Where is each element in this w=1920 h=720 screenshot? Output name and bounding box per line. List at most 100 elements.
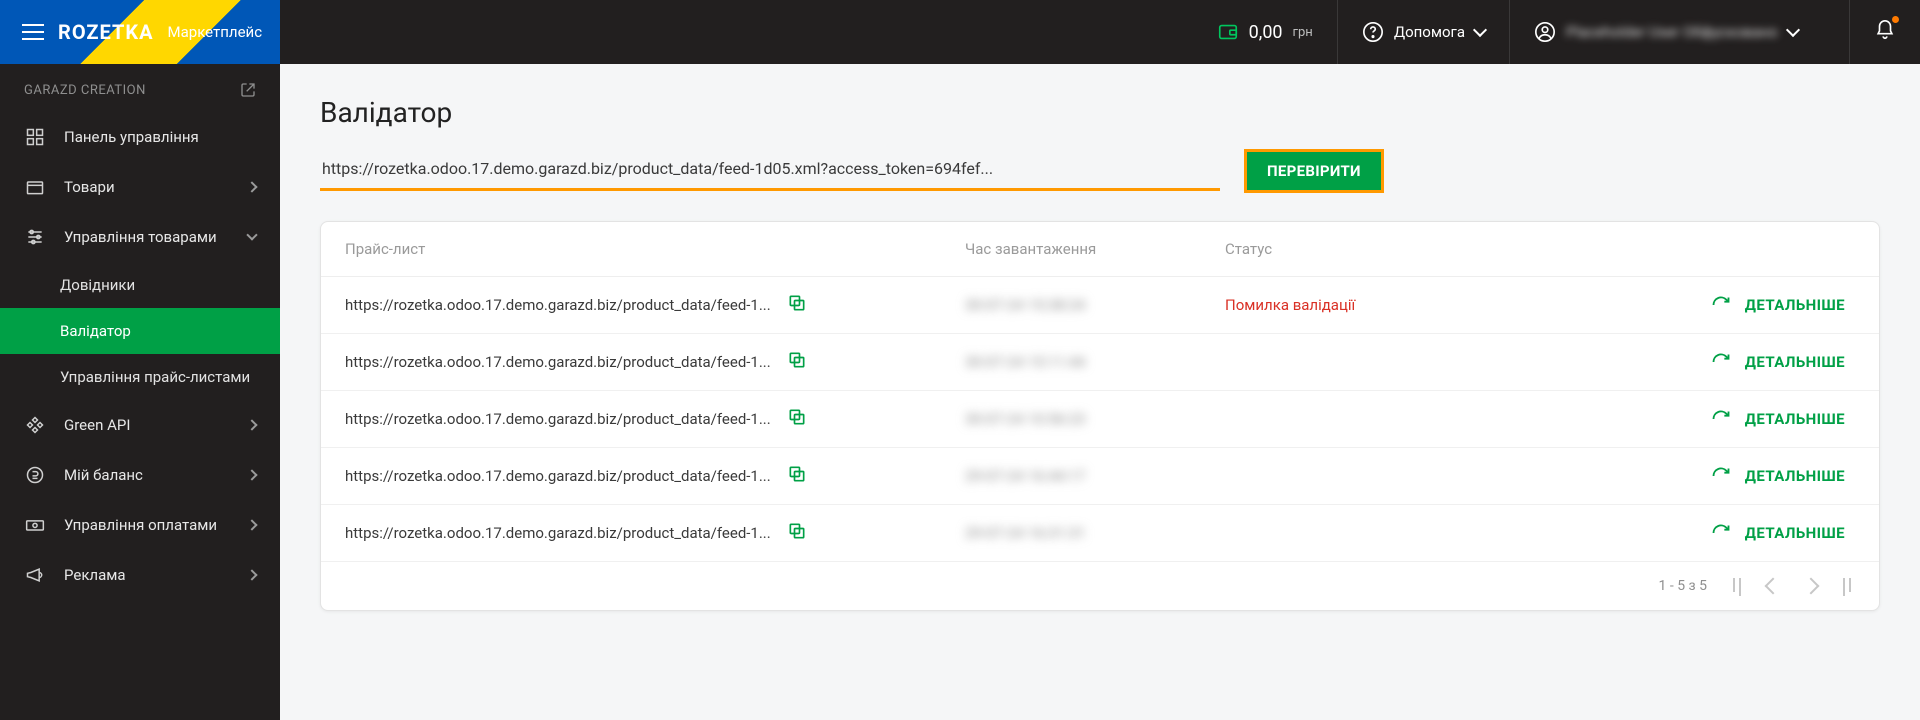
user-icon [1534, 21, 1556, 43]
help-label: Допомога [1394, 23, 1465, 41]
refresh-icon [1711, 409, 1731, 429]
sidebar-org[interactable]: GARAZD CREATION [0, 64, 280, 112]
col-feed: Прайс-лист [345, 240, 965, 258]
sidebar-item-payments[interactable]: Управління оплатами [0, 500, 280, 550]
feed-url: https://rozetka.odoo.17.demo.garazd.biz/… [345, 296, 771, 314]
sidebar-item-label: Мій баланс [64, 466, 143, 484]
sidebar-subitem-directories[interactable]: Довідники [0, 262, 280, 308]
sidebar: GARAZD CREATION Панель управління Товари… [0, 64, 280, 720]
api-icon [24, 414, 46, 436]
page-first-button[interactable] [1739, 578, 1741, 596]
details-button[interactable]: ДЕТАЛЬНІШЕ [1711, 523, 1845, 543]
user-menu[interactable]: Placeholder User Обфусковано [1509, 0, 1849, 64]
user-name: Placeholder User Обфусковано [1566, 23, 1778, 41]
sidebar-item-label: Green API [64, 416, 130, 434]
load-time: 30-07-24 10:56:23 [965, 410, 1225, 428]
sidebar-item-products[interactable]: Товари [0, 162, 280, 212]
details-button[interactable]: ДЕТАЛЬНІШЕ [1711, 466, 1845, 486]
table-row: https://rozetka.odoo.17.demo.garazd.biz/… [321, 505, 1879, 562]
page-title: Валідатор [320, 96, 1880, 129]
notifications-button[interactable] [1849, 0, 1920, 64]
page-last-button[interactable] [1843, 578, 1845, 596]
sidebar-item-green-api[interactable]: Green API [0, 400, 280, 450]
topbar: ROZETKA Маркетплейс 0,00 грн Допомога Pl… [0, 0, 1920, 64]
copy-icon[interactable] [787, 407, 807, 431]
copy-icon[interactable] [787, 293, 807, 317]
dashboard-icon [24, 126, 46, 148]
pagination: 1 - 5 з 5 [321, 562, 1879, 610]
sidebar-subitem-validator[interactable]: Валідатор [0, 308, 280, 354]
sidebar-item-label: Довідники [60, 276, 135, 294]
brand-subtitle: Маркетплейс [168, 23, 263, 41]
refresh-icon [1711, 352, 1731, 372]
copy-icon[interactable] [787, 464, 807, 488]
details-label: ДЕТАЛЬНІШЕ [1745, 353, 1845, 371]
sidebar-item-label: Валідатор [60, 322, 131, 340]
sidebar-item-label: Управління товарами [64, 228, 217, 246]
copy-icon[interactable] [787, 521, 807, 545]
details-label: ДЕТАЛЬНІШЕ [1745, 410, 1845, 428]
load-time: 29-07-24 16:31:31 [965, 524, 1225, 542]
details-button[interactable]: ДЕТАЛЬНІШЕ [1711, 409, 1845, 429]
page-next-button[interactable] [1803, 578, 1820, 595]
help-menu[interactable]: Допомога [1337, 0, 1509, 64]
page-prev-button[interactable] [1765, 578, 1782, 595]
sidebar-org-name: GARAZD CREATION [24, 83, 146, 98]
chevron-right-icon [246, 181, 257, 192]
sidebar-item-label: Управління прайс-листами [60, 368, 250, 386]
feed-url: https://rozetka.odoo.17.demo.garazd.biz/… [345, 524, 771, 542]
sidebar-item-dashboard[interactable]: Панель управління [0, 112, 280, 162]
table-row: https://rozetka.odoo.17.demo.garazd.biz/… [321, 334, 1879, 391]
balance-currency: грн [1293, 25, 1313, 40]
sidebar-item-label: Управління оплатами [64, 516, 217, 534]
sidebar-item-label: Реклама [64, 566, 126, 584]
chevron-down-icon [246, 229, 257, 240]
load-time: 30-07-24 15:11:44 [965, 353, 1225, 371]
table-header: Прайс-лист Час завантаження Статус [321, 222, 1879, 277]
menu-icon[interactable] [22, 24, 44, 40]
feed-url: https://rozetka.odoo.17.demo.garazd.biz/… [345, 410, 771, 428]
currency-icon [24, 464, 46, 486]
load-time: 30-07-24 15:38:24 [965, 296, 1225, 314]
notification-dot [1892, 16, 1899, 23]
megaphone-icon [24, 564, 46, 586]
feed-url: https://rozetka.odoo.17.demo.garazd.biz/… [345, 467, 771, 485]
feed-url-input[interactable] [320, 151, 1220, 191]
chevron-right-icon [246, 569, 257, 580]
sidebar-item-label: Товари [64, 178, 115, 196]
refresh-icon [1711, 295, 1731, 315]
chevron-down-icon [1786, 23, 1800, 37]
refresh-icon [1711, 466, 1731, 486]
col-status: Статус [1225, 240, 1515, 258]
external-link-icon [240, 82, 256, 98]
refresh-icon [1711, 523, 1731, 543]
chevron-right-icon [246, 469, 257, 480]
validator-form: ПЕРЕВІРИТИ [320, 149, 1880, 193]
copy-icon[interactable] [787, 350, 807, 374]
validate-button[interactable]: ПЕРЕВІРИТИ [1244, 149, 1384, 193]
balance-widget[interactable]: 0,00 грн [1193, 0, 1337, 64]
details-button[interactable]: ДЕТАЛЬНІШЕ [1711, 352, 1845, 372]
box-icon [24, 176, 46, 198]
pager-range: 1 - 5 з 5 [1659, 578, 1707, 594]
cash-icon [24, 514, 46, 536]
table-row: https://rozetka.odoo.17.demo.garazd.biz/… [321, 277, 1879, 334]
wallet-icon [1217, 21, 1239, 43]
sidebar-item-label: Панель управління [64, 128, 199, 146]
details-button[interactable]: ДЕТАЛЬНІШЕ [1711, 295, 1845, 315]
help-icon [1362, 21, 1384, 43]
table-row: https://rozetka.odoo.17.demo.garazd.biz/… [321, 391, 1879, 448]
main-content: Валідатор ПЕРЕВІРИТИ Прайс-лист Час зава… [280, 64, 1920, 720]
chevron-right-icon [246, 519, 257, 530]
brand-area: ROZETKA Маркетплейс [0, 0, 280, 64]
details-label: ДЕТАЛЬНІШЕ [1745, 296, 1845, 314]
sidebar-subitem-pricelists[interactable]: Управління прайс-листами [0, 354, 280, 400]
sidebar-item-ads[interactable]: Реклама [0, 550, 280, 600]
sidebar-item-balance[interactable]: Мій баланс [0, 450, 280, 500]
balance-amount: 0,00 [1249, 22, 1283, 43]
details-label: ДЕТАЛЬНІШЕ [1745, 467, 1845, 485]
brand-logo: ROZETKA [58, 20, 154, 44]
col-time: Час завантаження [965, 240, 1225, 258]
sidebar-item-product-mgmt[interactable]: Управління товарами [0, 212, 280, 262]
status-text: Помилка валідації [1225, 296, 1515, 314]
